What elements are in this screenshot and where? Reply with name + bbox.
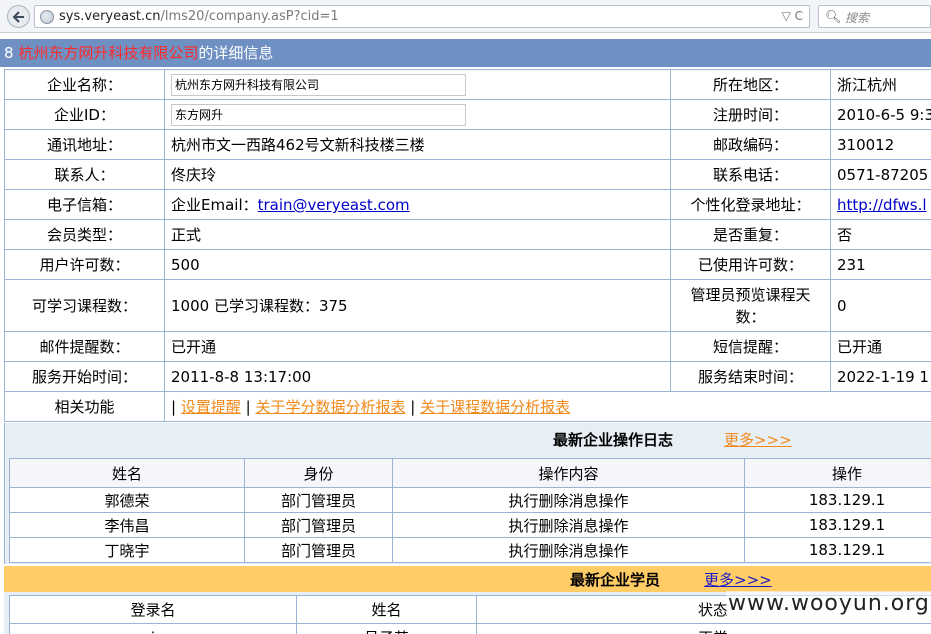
address-label: 通讯地址： bbox=[4, 129, 165, 160]
students-more-link[interactable]: 更多>>> bbox=[704, 569, 772, 590]
login-url-label: 个性化登录地址： bbox=[670, 189, 831, 220]
log-col-name: 姓名 bbox=[9, 458, 245, 488]
credit-report-link[interactable]: 关于学分数据分析报表 bbox=[255, 398, 405, 416]
info-row: 电子信箱： 企业Email：train@veryeast.com 个性化登录地址… bbox=[4, 189, 931, 220]
start-value: 2011-8-8 13:17:00 bbox=[164, 361, 671, 392]
user-license-label: 用户许可数： bbox=[4, 249, 165, 280]
user-license-value: 500 bbox=[164, 249, 671, 280]
end-label: 服务结束时间： bbox=[670, 361, 831, 392]
log-title: 最新企业操作日志 bbox=[553, 431, 674, 449]
company-id-field[interactable]: 东方网升 bbox=[171, 103, 466, 126]
table-row: 丁晓宇 部门管理员 执行删除消息操作 183.129.1 bbox=[9, 537, 931, 563]
table-row: j 吕子英 正常 bbox=[9, 623, 931, 634]
company-id-label: 企业ID： bbox=[4, 99, 165, 130]
students-title: 最新企业学员 bbox=[570, 571, 661, 589]
info-row: 通讯地址： 杭州市文一西路462号文新科技楼三楼 邮政编码： 310012 bbox=[4, 129, 931, 160]
info-row: 可学习课程数： 1000 已学习课程数：375 管理员预览课程天数： 0 bbox=[4, 279, 931, 332]
info-row: 服务开始时间： 2011-8-8 13:17:00 服务结束时间： 2022-1… bbox=[4, 361, 931, 392]
used-license-value: 231 bbox=[830, 249, 931, 280]
info-row: 联系人： 佟庆玲 联系电话： 0571-87205 bbox=[4, 159, 931, 190]
info-row: 会员类型： 正式 是否重复： 否 bbox=[4, 219, 931, 250]
func-label: 相关功能 bbox=[4, 391, 165, 422]
page-title: 8 杭州东方网升科技有限公司的详细信息 bbox=[0, 39, 931, 67]
log-more-link[interactable]: 更多>>> bbox=[724, 429, 792, 450]
end-value: 2022-1-19 1 bbox=[830, 361, 931, 392]
postcode-label: 邮政编码： bbox=[670, 129, 831, 160]
used-license-label: 已使用许可数： bbox=[670, 249, 831, 280]
email-prefix: 企业Email： bbox=[171, 196, 258, 214]
contact-label: 联系人： bbox=[4, 159, 165, 190]
reg-time-value: 2010-6-5 9:33 bbox=[830, 99, 931, 130]
company-title: 杭州东方网升科技有限公司 bbox=[18, 44, 199, 62]
back-arrow-icon bbox=[12, 11, 24, 23]
mail-remind-value: 已开通 bbox=[164, 331, 671, 362]
log-col-op: 操作 bbox=[744, 458, 931, 488]
address-value: 杭州市文一西路462号文新科技楼三楼 bbox=[164, 129, 671, 160]
search-box[interactable]: 🔍︎ 搜索 bbox=[818, 5, 931, 28]
phone-label: 联系电话： bbox=[670, 159, 831, 190]
address-bar[interactable]: sys.veryeast.cn/lms20/company.asP?cid=1 … bbox=[34, 5, 810, 28]
set-reminder-link[interactable]: 设置提醒 bbox=[181, 398, 241, 416]
mail-remind-label: 邮件提醒数： bbox=[4, 331, 165, 362]
search-icon: 🔍︎ bbox=[825, 10, 842, 25]
table-row: 郭德荣 部门管理员 执行删除消息操作 183.129.1 bbox=[9, 487, 931, 513]
url-text: sys.veryeast.cn/lms20/company.asP?cid=1 bbox=[59, 9, 339, 24]
log-header: 最新企业操作日志 更多>>> bbox=[4, 423, 931, 454]
phone-value: 0571-87205 bbox=[830, 159, 931, 190]
info-row: 用户许可数： 500 已使用许可数： 231 bbox=[4, 249, 931, 280]
course-report-link[interactable]: 关于课程数据分析报表 bbox=[420, 398, 570, 416]
repeat-label: 是否重复： bbox=[670, 219, 831, 250]
table-row: 李伟昌 部门管理员 执行删除消息操作 183.129.1 bbox=[9, 512, 931, 538]
courses-label: 可学习课程数： bbox=[4, 279, 165, 332]
info-row: 企业名称： 杭州东方网升科技有限公司 所在地区： 浙江杭州 bbox=[4, 69, 931, 100]
start-label: 服务开始时间： bbox=[4, 361, 165, 392]
member-type-label: 会员类型： bbox=[4, 219, 165, 250]
stu-col-name: 姓名 bbox=[296, 595, 477, 624]
sms-label: 短信提醒： bbox=[670, 331, 831, 362]
repeat-value: 否 bbox=[830, 219, 931, 250]
company-name-label: 企业名称： bbox=[4, 69, 165, 100]
admin-preview-label: 管理员预览课程天数： bbox=[670, 279, 831, 332]
email-label: 电子信箱： bbox=[4, 189, 165, 220]
refresh-icon[interactable]: ▽ C bbox=[782, 9, 803, 23]
login-url-link[interactable]: http://dfws.l bbox=[837, 196, 927, 214]
courses-value: 1000 已学习课程数：375 bbox=[164, 279, 671, 332]
reg-time-label: 注册时间： bbox=[670, 99, 831, 130]
browser-toolbar: sys.veryeast.cn/lms20/company.asP?cid=1 … bbox=[0, 0, 931, 33]
info-row: 企业ID： 东方网升 注册时间： 2010-6-5 9:33 bbox=[4, 99, 931, 130]
company-info-table: 企业名称： 杭州东方网升科技有限公司 所在地区： 浙江杭州 企业ID： 东方网升… bbox=[4, 69, 931, 422]
log-table: 姓名 身份 操作内容 操作 郭德荣 部门管理员 执行删除消息操作 183.129… bbox=[9, 458, 931, 563]
search-placeholder: 搜索 bbox=[845, 11, 870, 25]
log-col-content: 操作内容 bbox=[392, 458, 745, 488]
member-type-value: 正式 bbox=[164, 219, 671, 250]
info-row: 邮件提醒数： 已开通 短信提醒： 已开通 bbox=[4, 331, 931, 362]
globe-icon bbox=[40, 10, 54, 24]
log-header-row: 姓名 身份 操作内容 操作 bbox=[9, 458, 931, 488]
email-link[interactable]: train@veryeast.com bbox=[258, 196, 410, 214]
watermark: www.wooyun.org bbox=[726, 591, 931, 616]
info-row: 相关功能 | 设置提醒 | 关于学分数据分析报表 | 关于课程数据分析报表 bbox=[4, 391, 931, 422]
func-links: | 设置提醒 | 关于学分数据分析报表 | 关于课程数据分析报表 bbox=[164, 391, 931, 422]
back-button[interactable] bbox=[7, 5, 30, 28]
region-value: 浙江杭州 bbox=[830, 69, 931, 100]
contact-value: 佟庆玲 bbox=[164, 159, 671, 190]
postcode-value: 310012 bbox=[830, 129, 931, 160]
region-label: 所在地区： bbox=[670, 69, 831, 100]
sms-value: 已开通 bbox=[830, 331, 931, 362]
admin-preview-value: 0 bbox=[830, 279, 931, 332]
company-name-field[interactable]: 杭州东方网升科技有限公司 bbox=[171, 73, 466, 96]
students-header: 最新企业学员 更多>>> bbox=[4, 566, 931, 592]
stu-col-login: 登录名 bbox=[9, 595, 297, 624]
log-col-role: 身份 bbox=[244, 458, 393, 488]
